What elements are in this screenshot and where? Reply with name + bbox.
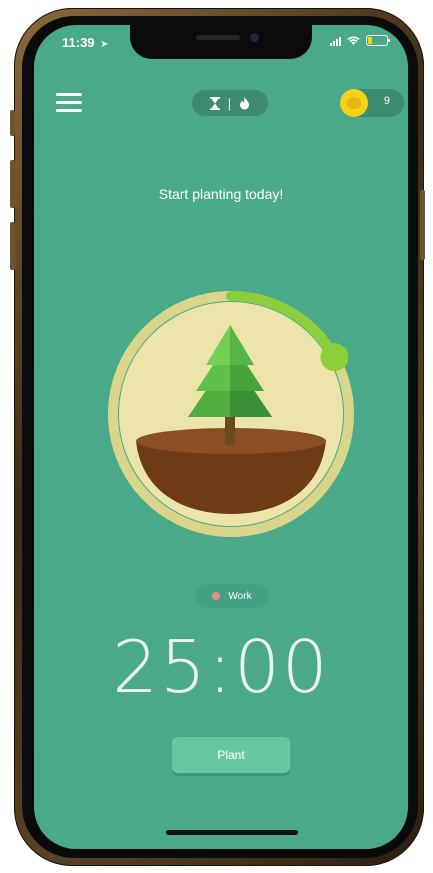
silent-switch bbox=[10, 110, 15, 136]
front-camera bbox=[250, 33, 259, 42]
coin-balance[interactable]: 9 bbox=[340, 89, 404, 117]
hamburger-menu-icon bbox=[56, 93, 82, 96]
app-screen: 11:39 ➤ | 9 Start planting today! Work 2… bbox=[34, 25, 408, 849]
coin-count: 9 bbox=[383, 95, 390, 107]
hourglass-icon[interactable] bbox=[209, 96, 220, 110]
wifi-icon bbox=[347, 36, 360, 45]
earpiece-speaker bbox=[196, 35, 240, 40]
status-indicators bbox=[330, 35, 390, 46]
status-time: 11:39 ➤ bbox=[62, 35, 109, 50]
coin-icon bbox=[340, 89, 368, 117]
tag-color-dot bbox=[212, 592, 221, 600]
timer-mode-toggle[interactable]: | bbox=[192, 90, 268, 116]
flame-icon[interactable] bbox=[239, 96, 250, 110]
cellular-signal-icon bbox=[330, 36, 341, 46]
tag-selector[interactable]: Work bbox=[196, 584, 268, 608]
power-button bbox=[420, 190, 425, 260]
page-headline: Start planting today! bbox=[158, 186, 284, 202]
mode-separator: | bbox=[227, 95, 232, 111]
battery-icon bbox=[366, 35, 390, 46]
menu-button[interactable] bbox=[56, 93, 82, 113]
notch bbox=[130, 25, 312, 59]
hamburger-menu-line bbox=[56, 101, 82, 104]
tag-label: Work bbox=[228, 590, 252, 602]
hamburger-menu-line bbox=[56, 109, 82, 112]
tree-timer-dial[interactable] bbox=[106, 289, 356, 539]
countdown-timer: 25:00 bbox=[112, 625, 330, 709]
plant-button[interactable]: Plant bbox=[172, 737, 290, 773]
volume-up-button bbox=[10, 160, 15, 208]
volume-down-button bbox=[10, 222, 15, 270]
home-indicator bbox=[166, 830, 298, 835]
progress-ring-handle[interactable] bbox=[320, 343, 349, 372]
location-arrow-icon: ➤ bbox=[100, 39, 109, 50]
